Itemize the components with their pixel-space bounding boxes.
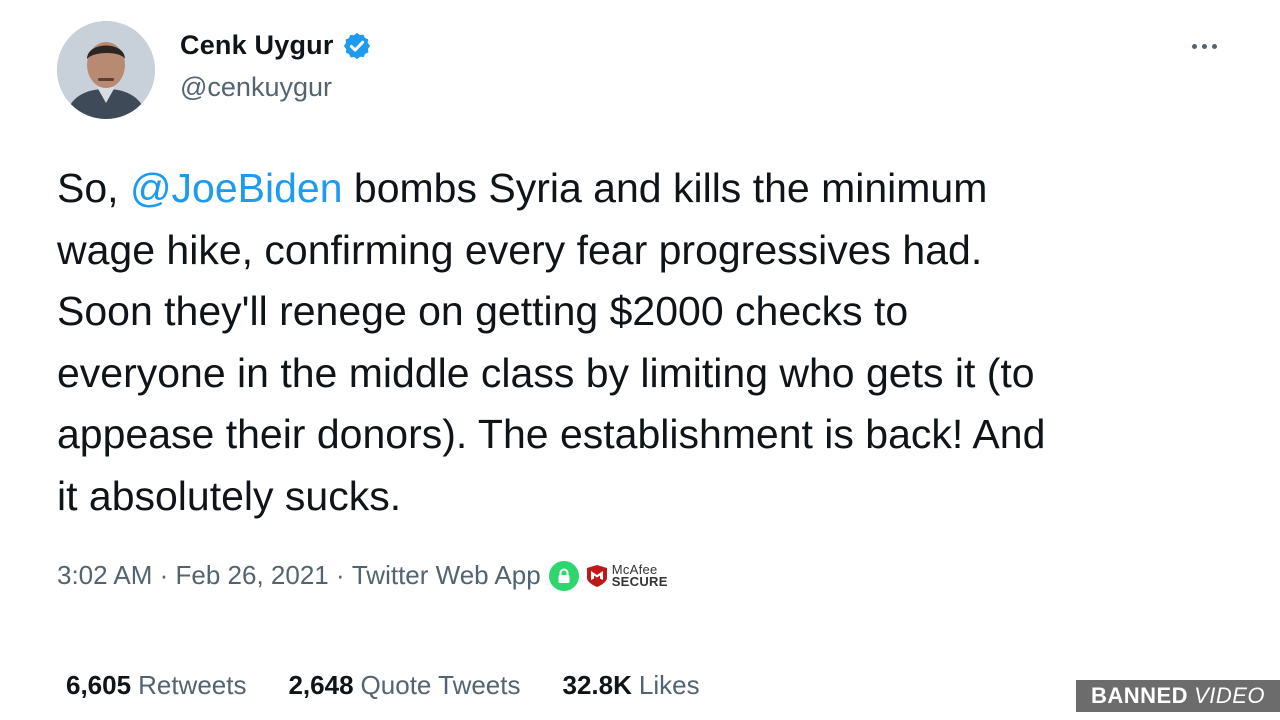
quote-tweets-label: Quote Tweets [360, 670, 521, 700]
watermark-part2: VIDEO [1194, 683, 1266, 708]
avatar-image [57, 21, 155, 119]
more-dot [1211, 43, 1217, 49]
author-handle[interactable]: @cenkuygur [180, 72, 332, 103]
mention-link[interactable]: @JoeBiden [130, 165, 343, 211]
retweets-label: Retweets [138, 670, 247, 700]
watermark-logo: BANNED VIDEO [1076, 680, 1280, 712]
tweet-body: bombs Syria and kills the minimum wage h… [57, 165, 1046, 519]
secure-label: SECURE [611, 573, 668, 589]
tweet-date[interactable]: Feb 26, 2021 [176, 560, 329, 591]
tweet-meta: 3:02 AM · Feb 26, 2021 · Twitter Web App… [57, 560, 668, 591]
more-dot [1191, 43, 1197, 49]
likes-count: 32.8K [562, 670, 632, 700]
meta-separator: · [328, 560, 352, 590]
lock-icon[interactable] [548, 560, 579, 591]
more-options-icon[interactable] [1184, 34, 1224, 58]
retweets-stat[interactable]: 6,605 Retweets [66, 670, 246, 701]
tweet-intro: So, [57, 165, 130, 211]
quote-tweets-stat[interactable]: 2,648 Quote Tweets [288, 670, 520, 701]
more-dot [1201, 43, 1207, 49]
mcafee-secure-badge[interactable]: McAfee SECURE [585, 563, 668, 589]
extension-badges: McAfee SECURE [548, 560, 668, 591]
likes-label: Likes [638, 670, 700, 700]
avatar[interactable] [57, 21, 155, 119]
author-display-name[interactable]: Cenk Uygur [180, 30, 334, 61]
quote-tweets-count: 2,648 [288, 670, 354, 700]
mcafee-shield-icon [586, 564, 607, 587]
verified-badge-icon [342, 31, 372, 61]
retweets-count: 6,605 [66, 670, 132, 700]
tweet-time[interactable]: 3:02 AM [57, 560, 152, 591]
tweet-source[interactable]: Twitter Web App [352, 560, 541, 591]
author-name-row: Cenk Uygur [180, 30, 372, 61]
engagement-stats: 6,605 Retweets 2,648 Quote Tweets 32.8K … [66, 670, 742, 701]
likes-stat[interactable]: 32.8K Likes [563, 670, 700, 701]
tweet-text: So, @JoeBiden bombs Syria and kills the … [57, 158, 1237, 527]
meta-separator: · [152, 560, 176, 590]
watermark-part1: BANNED [1090, 683, 1189, 708]
